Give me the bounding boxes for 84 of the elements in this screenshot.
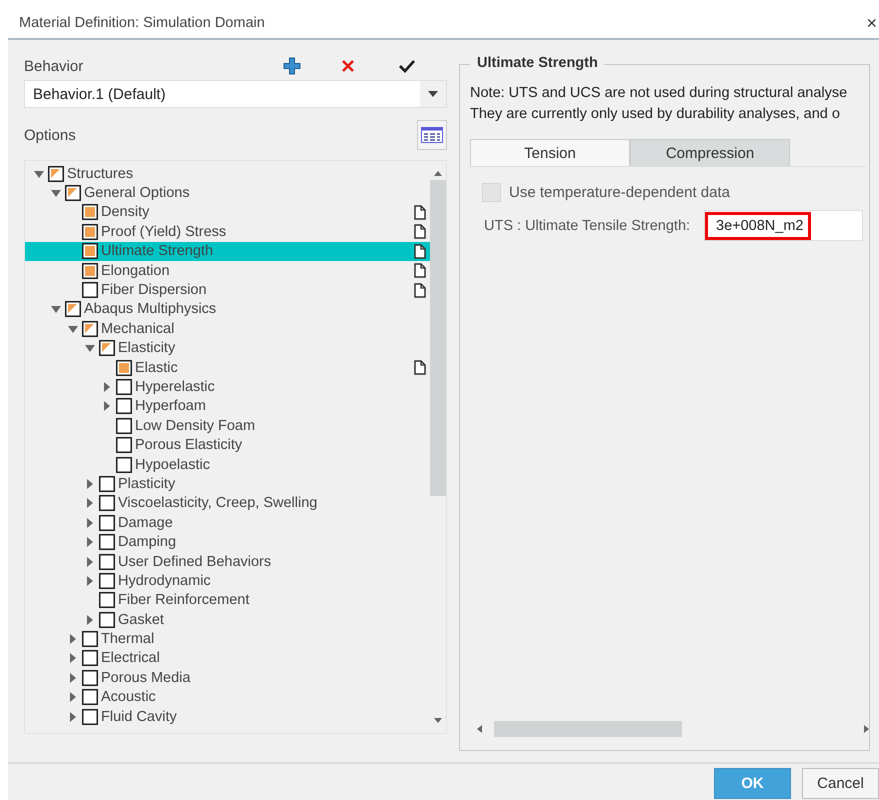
tree-item[interactable]: Fluid Cavity	[25, 706, 430, 726]
checkbox[interactable]	[82, 262, 98, 279]
tree-item[interactable]: Elastic	[25, 358, 430, 378]
tree-item[interactable]: Density	[25, 202, 430, 222]
caret-down-icon	[428, 91, 438, 97]
checkbox[interactable]	[82, 708, 98, 725]
tree-item[interactable]: Damping	[25, 532, 430, 552]
checkbox[interactable]	[82, 224, 98, 240]
tree-item[interactable]: Fiber Reinforcement	[25, 590, 430, 610]
checkbox[interactable]	[65, 185, 81, 202]
list-view-icon	[421, 127, 443, 143]
checkbox[interactable]	[82, 650, 98, 666]
note-text: Note: UTS and UCS are not used during structural analyse	[470, 84, 848, 103]
list-view-button[interactable]	[417, 120, 447, 150]
tree-item[interactable]: Abaqus Multiphysics	[25, 300, 430, 320]
checkbox[interactable]	[99, 592, 115, 608]
checkbox[interactable]	[99, 572, 115, 589]
scroll-down-icon[interactable]	[434, 718, 442, 723]
checkbox[interactable]	[82, 243, 98, 260]
cancel-button[interactable]: Cancel	[802, 768, 879, 799]
tree-item[interactable]: Hypoelastic	[25, 454, 430, 474]
checkbox[interactable]	[116, 456, 132, 473]
input-field[interactable]: 3e+008N_m2	[704, 210, 863, 241]
checkbox[interactable]	[116, 378, 132, 395]
checkbox[interactable]	[99, 612, 115, 628]
tree-item[interactable]: Damage	[25, 513, 430, 532]
tab[interactable]: Compression	[630, 139, 790, 166]
tab[interactable]: Tension	[470, 139, 630, 166]
tree-item[interactable]: Proof (Yield) Stress	[25, 222, 430, 242]
note-text: They are currently only used by durability analyses, and o	[470, 105, 841, 124]
scrollbar-thumb[interactable]	[430, 180, 446, 496]
checkmark-icon[interactable]	[398, 59, 416, 73]
tree-item[interactable]: Thermal	[25, 629, 430, 649]
tree-item[interactable]: Plasticity	[25, 474, 430, 494]
tree-item[interactable]: Viscoelasticity, Creep, Swelling	[25, 494, 430, 514]
behavior-dropdown[interactable]: Behavior.1 (Default)	[24, 80, 447, 108]
checkbox[interactable]	[99, 514, 115, 531]
tree-item[interactable]: Gasket	[25, 610, 430, 630]
tree-item[interactable]: Mechanical	[25, 319, 430, 339]
close-button[interactable]: ×	[864, 12, 879, 34]
checkbox[interactable]	[116, 398, 132, 414]
add-icon[interactable]	[283, 57, 302, 75]
tree-item[interactable]: Hydrodynamic	[25, 571, 430, 591]
checkbox[interactable]	[116, 360, 132, 376]
checkbox[interactable]	[82, 320, 98, 337]
field-label: UTS : Ultimate Tensile Strength:	[484, 218, 692, 234]
checkbox[interactable]	[48, 166, 64, 182]
checkbox[interactable]	[82, 631, 98, 648]
window-title: Material Definition: Simulation Domain	[19, 15, 265, 31]
checkbox[interactable]	[99, 495, 115, 512]
tree-item[interactable]: General Options	[25, 183, 430, 203]
tree-item[interactable]: Ultimate Strength	[25, 242, 430, 261]
tree-item[interactable]: User Defined Behaviors	[25, 552, 430, 572]
scroll-up-icon[interactable]	[434, 171, 442, 176]
checkbox[interactable]	[116, 437, 132, 454]
tree-item[interactable]: Elongation	[25, 260, 430, 280]
checkbox[interactable]	[99, 340, 115, 356]
checkbox[interactable]	[82, 204, 98, 220]
tree-item[interactable]: Hyperelastic	[25, 377, 430, 397]
checkbox[interactable]	[65, 301, 81, 318]
tree-item[interactable]: Low Density Foam	[25, 416, 430, 436]
tree-item[interactable]: Fiber Dispersion	[25, 280, 430, 300]
checkbox[interactable]	[99, 554, 115, 570]
tree-item[interactable]: Electrical	[25, 648, 430, 668]
tree-item[interactable]: Porous Media	[25, 668, 430, 688]
tree-item[interactable]: Porous Elasticity	[25, 435, 430, 455]
checkbox[interactable]	[116, 418, 132, 434]
scroll-right-icon[interactable]	[864, 725, 869, 733]
checkbox[interactable]	[82, 282, 98, 298]
checkbox[interactable]	[82, 689, 98, 706]
scroll-left-icon[interactable]	[477, 725, 482, 733]
tree-item[interactable]: Elasticity	[25, 338, 430, 358]
tree-item[interactable]: Structures	[25, 164, 430, 184]
checkbox-label: Use temperature-dependent data	[509, 184, 730, 201]
scrollbar-thumb[interactable]	[494, 721, 682, 737]
tree-item[interactable]: Hyperfoam	[25, 396, 430, 416]
options-label: Options	[24, 126, 76, 144]
checkbox[interactable]	[82, 670, 98, 686]
tree-item[interactable]: Acoustic	[25, 688, 430, 707]
behavior-label: Behavior	[24, 58, 84, 74]
checkbox[interactable]	[99, 534, 115, 550]
group-title: Ultimate Strength	[470, 55, 604, 71]
checkbox[interactable]	[99, 476, 115, 492]
delete-icon[interactable]	[341, 59, 356, 73]
